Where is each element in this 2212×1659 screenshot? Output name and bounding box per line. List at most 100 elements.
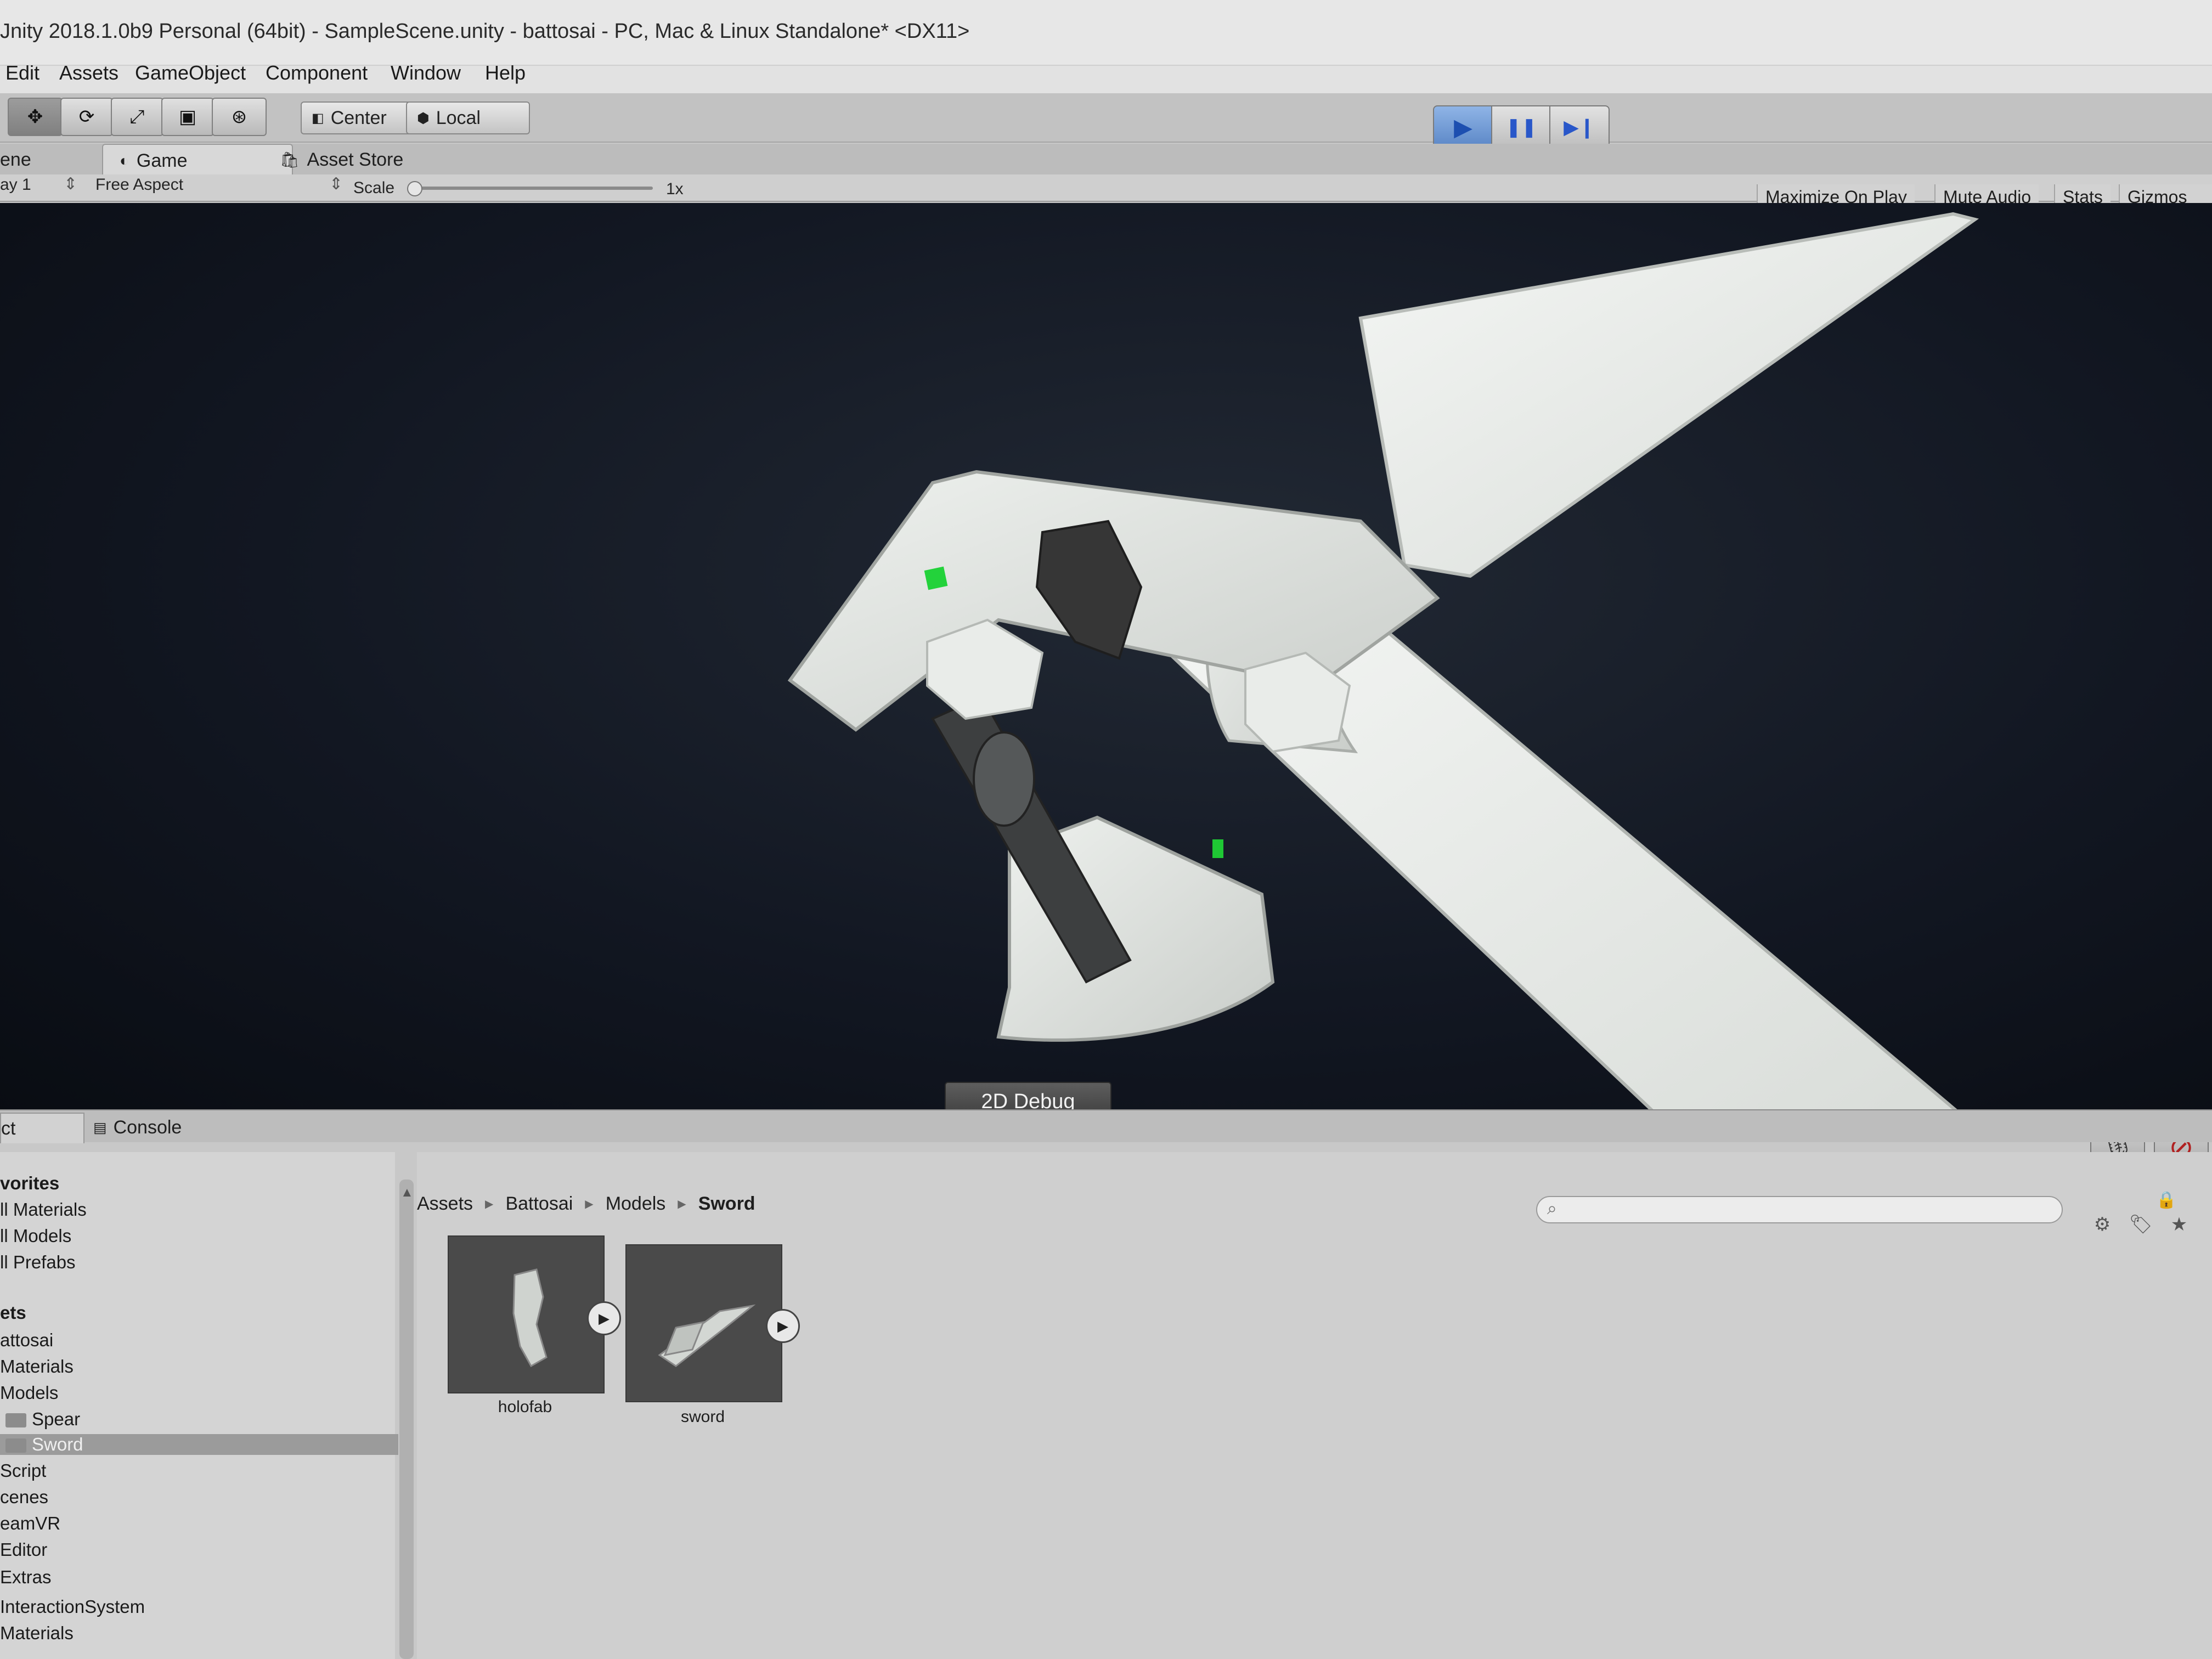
lock-icon[interactable]: 🔒 bbox=[2156, 1190, 2176, 1210]
step-icon: ▶❙ bbox=[1564, 116, 1595, 138]
tree-item-folder[interactable]: attosai bbox=[0, 1330, 53, 1351]
space-label: Local bbox=[436, 107, 481, 128]
scroll-up-icon[interactable]: ▲ bbox=[400, 1185, 414, 1200]
tree-item-favorite[interactable]: ll Prefabs bbox=[0, 1252, 76, 1273]
move-tool-button[interactable]: ✥ bbox=[8, 98, 63, 136]
folder-icon bbox=[5, 1438, 26, 1453]
tree-item-folder[interactable]: InteractionSystem bbox=[0, 1596, 145, 1617]
tree-item-label: Sword bbox=[32, 1434, 83, 1454]
favorite-star-icon[interactable]: ★ bbox=[2165, 1211, 2193, 1238]
display-dropdown-icon: ⇕ bbox=[64, 175, 78, 193]
breadcrumb-item[interactable]: Assets bbox=[417, 1193, 473, 1215]
menu-assets[interactable]: Assets bbox=[59, 61, 119, 84]
tab-project-label: ct bbox=[1, 1118, 16, 1139]
tree-item-folder[interactable]: Materials bbox=[0, 1623, 74, 1644]
move-icon: ✥ bbox=[27, 106, 43, 127]
asset-expand-button[interactable]: ▶ bbox=[587, 1301, 621, 1335]
search-input[interactable]: ⌕ bbox=[1536, 1196, 2063, 1223]
tree-item-folder[interactable]: Models bbox=[0, 1383, 58, 1403]
play-icon: ▶ bbox=[599, 1310, 610, 1327]
play-icon: ▶ bbox=[1454, 114, 1472, 141]
grip-button bbox=[973, 731, 1035, 827]
rect-icon: ▣ bbox=[178, 106, 197, 127]
window-title: Jnity 2018.1.0b9 Personal (64bit) - Samp… bbox=[0, 20, 970, 43]
asset-thumbnail[interactable] bbox=[625, 1244, 782, 1402]
breadcrumb: Assets ▶ Battosai ▶ Models ▶ Sword bbox=[417, 1188, 755, 1219]
tab-console[interactable]: ▤ Console bbox=[82, 1113, 193, 1142]
breadcrumb-separator-icon: ▶ bbox=[678, 1198, 686, 1210]
upper-blade bbox=[1358, 212, 1979, 578]
menu-window[interactable]: Window bbox=[391, 61, 461, 84]
tab-scene-label: ene bbox=[0, 149, 31, 170]
favorites-header[interactable]: vorites bbox=[0, 1173, 59, 1194]
breadcrumb-separator-icon: ▶ bbox=[485, 1198, 494, 1210]
pivot-local-toggle[interactable]: ⬢ Local bbox=[406, 101, 530, 134]
tab-console-label: Console bbox=[113, 1116, 182, 1138]
breadcrumb-separator-icon: ▶ bbox=[585, 1198, 594, 1210]
bottom-tabs-bar bbox=[0, 1109, 2212, 1142]
play-icon: ▶ bbox=[777, 1317, 788, 1334]
breadcrumb-item[interactable]: Battosai bbox=[505, 1193, 573, 1215]
filter-by-type-icon[interactable]: ⚙ bbox=[2088, 1211, 2117, 1238]
scale-icon: ⤢ bbox=[129, 106, 145, 127]
tree-item-label: Spear bbox=[32, 1409, 81, 1429]
asset-label: holofab bbox=[498, 1398, 552, 1416]
play-button[interactable]: ▶ bbox=[1433, 105, 1493, 149]
holofab-preview-icon bbox=[512, 1268, 548, 1368]
tab-scene[interactable]: ene bbox=[0, 144, 48, 176]
menu-help[interactable]: Help bbox=[485, 61, 526, 84]
tree-item-folder[interactable]: Materials bbox=[0, 1356, 74, 1377]
store-bag-icon: 🛍 bbox=[280, 151, 300, 168]
tree-item-folder[interactable]: Script bbox=[0, 1460, 46, 1481]
step-button[interactable]: ▶❙ bbox=[1549, 105, 1610, 149]
asset-label: sword bbox=[680, 1408, 725, 1426]
tree-item-favorite[interactable]: ll Models bbox=[0, 1226, 71, 1246]
menu-edit[interactable]: Edit bbox=[5, 61, 40, 84]
folder-icon bbox=[5, 1413, 26, 1428]
rotate-tool-button[interactable]: ⟳ bbox=[60, 98, 113, 136]
filter-by-label-icon[interactable]: 🏷 bbox=[2126, 1211, 2155, 1238]
breadcrumb-item-current[interactable]: Sword bbox=[698, 1193, 755, 1215]
tree-item-folder-selected[interactable]: Sword bbox=[0, 1434, 398, 1455]
tree-item-folder[interactable]: Editor bbox=[0, 1539, 47, 1560]
search-icon: ⌕ bbox=[1547, 1198, 1557, 1218]
menu-gameobject[interactable]: GameObject bbox=[135, 61, 246, 84]
cube-icon: ⬢ bbox=[417, 109, 430, 126]
tree-item-favorite[interactable]: ll Materials bbox=[0, 1199, 87, 1220]
rect-tool-button[interactable]: ▣ bbox=[161, 98, 214, 136]
aspect-dropdown-icon: ⇕ bbox=[329, 175, 343, 193]
tab-asset-store[interactable]: 🛍 Asset Store bbox=[263, 144, 420, 176]
scale-value: 1x bbox=[666, 180, 684, 198]
asset-thumbnail[interactable] bbox=[448, 1235, 605, 1393]
aspect-select[interactable]: Free Aspect bbox=[95, 176, 183, 194]
tree-item-folder[interactable]: Extras bbox=[0, 1567, 52, 1588]
tree-item-folder[interactable]: cenes bbox=[0, 1487, 48, 1508]
tree-item-folder[interactable]: Spear bbox=[5, 1409, 80, 1430]
scale-label: Scale bbox=[353, 179, 395, 197]
tree-item-folder[interactable]: eamVR bbox=[0, 1513, 60, 1534]
breadcrumb-item[interactable]: Models bbox=[606, 1193, 666, 1215]
transform-icon: ⊛ bbox=[231, 106, 247, 127]
tab-project[interactable]: ct bbox=[0, 1113, 84, 1143]
tab-game-label: Game bbox=[136, 150, 188, 171]
title-bar: Jnity 2018.1.0b9 Personal (64bit) - Samp… bbox=[0, 0, 2212, 66]
tab-asset-store-label: Asset Store bbox=[307, 149, 404, 170]
display-select[interactable]: ay 1 bbox=[0, 176, 31, 194]
scale-slider-track[interactable] bbox=[411, 187, 653, 190]
console-icon: ▤ bbox=[93, 1119, 107, 1136]
rotate-icon: ⟳ bbox=[78, 106, 95, 127]
sword-render bbox=[787, 212, 1979, 1125]
pivot-icon: ◧ bbox=[312, 110, 324, 126]
pause-button[interactable]: ❚❚ bbox=[1491, 105, 1551, 149]
tracker-marker bbox=[1212, 839, 1223, 858]
asset-expand-button[interactable]: ▶ bbox=[766, 1309, 800, 1343]
scale-tool-button[interactable]: ⤢ bbox=[111, 98, 163, 136]
assets-header[interactable]: ets bbox=[0, 1302, 26, 1323]
menu-component[interactable]: Component bbox=[266, 61, 368, 84]
pivot-label: Center bbox=[330, 107, 387, 128]
game-viewport[interactable] bbox=[0, 203, 2212, 1125]
tree-scrollbar[interactable] bbox=[399, 1180, 414, 1659]
transform-tool-button[interactable]: ⊛ bbox=[212, 98, 267, 136]
guard-block-left bbox=[926, 618, 1044, 720]
scale-slider-thumb[interactable] bbox=[407, 181, 422, 196]
